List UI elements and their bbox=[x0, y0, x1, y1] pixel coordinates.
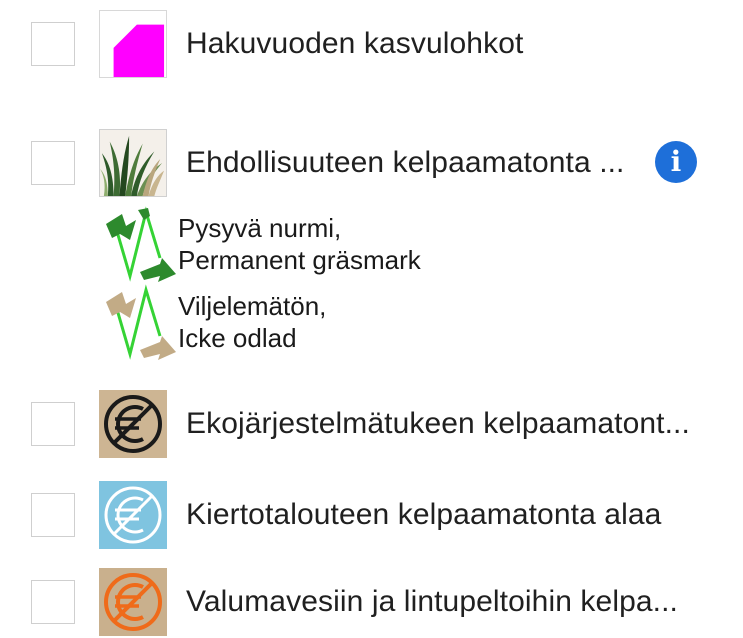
legend-text: Viljelemätön, Icke odlad bbox=[178, 290, 326, 354]
grass-icon bbox=[99, 129, 167, 197]
layer-checkbox[interactable] bbox=[31, 141, 75, 185]
legend-line-1: Viljelemätön, bbox=[178, 291, 327, 321]
layer-label: Ekojärjestelmätukeen kelpaamatont... bbox=[186, 407, 690, 440]
legend-line-2: Permanent gräsmark bbox=[178, 245, 421, 275]
magenta-parcel-icon bbox=[99, 10, 167, 78]
layer-checkbox[interactable] bbox=[31, 22, 75, 66]
layer-row-ekojarjestelmatuki[interactable]: Ekojärjestelmätukeen kelpaamatont... bbox=[0, 388, 743, 460]
legend-line-2: Icke odlad bbox=[178, 323, 297, 353]
legend-item-viljelematon: Viljelemätön, Icke odlad bbox=[100, 284, 520, 364]
green-arrows-symbol-icon bbox=[100, 206, 178, 286]
crossed-euro-icon bbox=[99, 390, 167, 458]
legend-line-1: Pysyvä nurmi, bbox=[178, 213, 342, 243]
layer-label: Kiertotalouteen kelpaamatonta alaa bbox=[186, 498, 662, 531]
layer-checkbox[interactable] bbox=[31, 402, 75, 446]
layer-row-kiertotalous[interactable]: Kiertotalouteen kelpaamatonta alaa bbox=[0, 479, 743, 551]
layer-checkbox[interactable] bbox=[31, 580, 75, 624]
legend-text: Pysyvä nurmi, Permanent gräsmark bbox=[178, 212, 421, 276]
layer-row-valumavesiin[interactable]: Valumavesiin ja lintupeltoihin kelpa... bbox=[0, 566, 743, 638]
crossed-euro-icon bbox=[99, 568, 167, 636]
crossed-euro-icon bbox=[99, 481, 167, 549]
tan-arrows-symbol-icon bbox=[100, 284, 178, 364]
layer-checkbox[interactable] bbox=[31, 493, 75, 537]
legend-item-pysyva-nurmi: Pysyvä nurmi, Permanent gräsmark bbox=[100, 206, 520, 286]
layer-label: Ehdollisuuteen kelpaamatonta ... bbox=[186, 146, 625, 179]
layer-row-hakuvuoden-kasvulohkot[interactable]: Hakuvuoden kasvulohkot bbox=[0, 8, 743, 80]
layer-row-ehdollisuuteen[interactable]: Ehdollisuuteen kelpaamatonta ... i bbox=[0, 127, 743, 199]
info-icon[interactable]: i bbox=[655, 141, 697, 183]
layer-label: Hakuvuoden kasvulohkot bbox=[186, 27, 524, 60]
layer-label: Valumavesiin ja lintupeltoihin kelpa... bbox=[186, 585, 678, 618]
